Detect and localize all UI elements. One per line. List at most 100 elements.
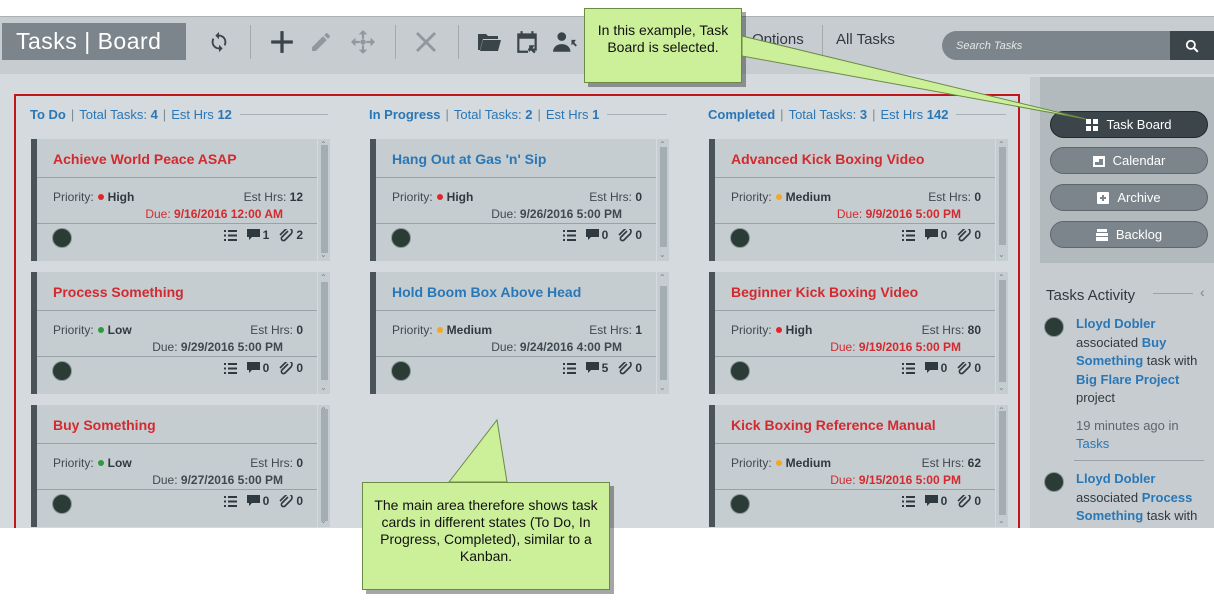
task-title[interactable]: Hang Out at Gas 'n' Sip <box>392 151 546 167</box>
task-title[interactable]: Beginner Kick Boxing Video <box>731 284 918 300</box>
assignee-avatar[interactable] <box>52 228 72 248</box>
activity-user-link[interactable]: Lloyd Dobler <box>1076 471 1155 486</box>
view-button-archive[interactable]: Archive <box>1050 184 1208 211</box>
attachment-count: 0 <box>296 361 303 375</box>
refresh-button[interactable] <box>202 25 236 59</box>
assignee-avatar[interactable] <box>52 361 72 381</box>
card-scrollbar[interactable]: ⌃⌄ <box>318 405 330 527</box>
comment-count: 0 <box>262 494 270 508</box>
checklist-icon[interactable] <box>901 362 915 374</box>
comment-icon <box>924 229 938 240</box>
search-button[interactable] <box>1170 31 1214 60</box>
paperclip-icon <box>279 361 294 374</box>
comments[interactable]: 0 <box>246 494 270 508</box>
due-date: Due: 9/29/2016 5:00 PM <box>152 340 283 354</box>
move-task-button[interactable] <box>346 25 380 59</box>
task-title[interactable]: Achieve World Peace ASAP <box>53 151 237 167</box>
card-scrollbar[interactable]: ⌃⌄ <box>657 139 669 261</box>
task-card[interactable]: Hold Boom Box Above Head Priority: Medium… <box>370 272 656 394</box>
add-task-button[interactable] <box>265 25 299 59</box>
all-tasks-filter[interactable]: All Tasks <box>836 31 895 48</box>
attachments[interactable]: 0 <box>618 361 642 375</box>
task-title[interactable]: Kick Boxing Reference Manual <box>731 417 936 433</box>
task-title[interactable]: Process Something <box>53 284 184 300</box>
view-button-task-board[interactable]: Task Board <box>1050 111 1208 138</box>
attachments[interactable]: 0 <box>279 494 303 508</box>
options-menu[interactable]: Options <box>752 31 804 48</box>
card-scrollbar[interactable]: ⌃⌄ <box>318 139 330 261</box>
move-to-folder-button[interactable] <box>472 25 506 59</box>
assign-user-button[interactable] <box>548 25 582 59</box>
attachments[interactable]: 0 <box>957 228 981 242</box>
checklist-icon[interactable] <box>223 229 237 241</box>
card-scrollbar[interactable]: ⌃⌄ <box>657 272 669 394</box>
toolbar-separator <box>458 25 459 59</box>
activity-project-link[interactable]: Big Flare Project <box>1076 372 1179 387</box>
delete-task-button[interactable] <box>409 25 443 59</box>
comments[interactable]: 1 <box>246 228 269 242</box>
view-switcher: Task Board Calendar Archive Backlog <box>1040 77 1214 263</box>
attachment-count: 0 <box>974 494 981 508</box>
task-title[interactable]: Hold Boom Box Above Head <box>392 284 581 300</box>
paperclip-icon <box>957 228 972 241</box>
activity-user-link[interactable]: Lloyd Dobler <box>1076 316 1155 331</box>
task-card[interactable]: Process Something Priority: Low Est Hrs: … <box>31 272 317 394</box>
schedule-button[interactable] <box>510 25 544 59</box>
attachments[interactable]: 0 <box>279 361 303 375</box>
edit-task-button[interactable] <box>304 25 338 59</box>
task-card[interactable]: Kick Boxing Reference Manual Priority: Me… <box>709 405 995 527</box>
assignee-avatar[interactable] <box>730 494 750 514</box>
priority: Priority: Medium <box>392 323 493 337</box>
est-hrs-value: 1 <box>592 106 600 122</box>
checklist-icon[interactable] <box>223 495 237 507</box>
assignee-avatar[interactable] <box>391 228 411 248</box>
paperclip-icon <box>957 361 972 374</box>
comments[interactable]: 0 <box>246 361 270 375</box>
est-hrs-label: Est Hrs <box>171 106 214 122</box>
comments[interactable]: 0 <box>924 228 947 242</box>
card-scrollbar[interactable]: ⌃⌄ <box>318 272 330 394</box>
assignee-avatar[interactable] <box>391 361 411 381</box>
checklist-icon[interactable] <box>901 495 915 507</box>
attachments[interactable]: 0 <box>618 228 642 242</box>
card-scrollbar[interactable]: ⌃⌄ <box>996 405 1008 527</box>
view-button-backlog[interactable]: Backlog <box>1050 221 1208 248</box>
comments[interactable]: 0 <box>585 228 608 242</box>
card-actions: 0 0 <box>223 361 303 375</box>
card-scrollbar[interactable]: ⌃⌄ <box>996 139 1008 261</box>
est-hours: Est Hrs: 12 <box>243 190 303 204</box>
task-title[interactable]: Advanced Kick Boxing Video <box>731 151 924 167</box>
collapse-chevron-icon[interactable]: ‹ <box>1200 284 1205 300</box>
priority-dot-icon <box>97 460 104 467</box>
comment-icon <box>924 495 938 506</box>
comment-count: 0 <box>262 361 270 375</box>
assignee-avatar[interactable] <box>52 494 72 514</box>
task-card[interactable]: Buy Something Priority: Low Est Hrs: 0 Du… <box>31 405 317 527</box>
task-board: To Do | Total Tasks: 4 | Est Hrs 12 Achi… <box>14 94 1020 528</box>
comments[interactable]: 0 <box>924 361 947 375</box>
checklist-icon[interactable] <box>223 362 237 374</box>
activity-verb: associated <box>1076 489 1139 505</box>
task-card[interactable]: Hang Out at Gas 'n' Sip Priority: High Es… <box>370 139 656 261</box>
task-card[interactable]: Achieve World Peace ASAP Priority: High E… <box>31 139 317 261</box>
checklist-icon[interactable] <box>562 229 576 241</box>
card-scrollbar[interactable]: ⌃⌄ <box>996 272 1008 394</box>
search-input[interactable] <box>956 31 1166 60</box>
task-card[interactable]: Beginner Kick Boxing Video Priority: High… <box>709 272 995 394</box>
view-button-calendar[interactable]: Calendar <box>1050 147 1208 174</box>
assignee-avatar[interactable] <box>730 361 750 381</box>
assignee-avatar[interactable] <box>730 228 750 248</box>
attachments[interactable]: 2 <box>279 228 303 242</box>
checklist-icon[interactable] <box>901 229 915 241</box>
task-title[interactable]: Buy Something <box>53 417 156 433</box>
divider <box>1153 293 1193 294</box>
attachments[interactable]: 0 <box>957 494 981 508</box>
attachments[interactable]: 0 <box>957 361 981 375</box>
comments[interactable]: 5 <box>585 361 608 375</box>
activity-location-link[interactable]: Tasks <box>1076 436 1109 451</box>
total-tasks-label: Total Tasks: <box>79 106 147 122</box>
backlog-icon <box>1095 228 1108 241</box>
checklist-icon[interactable] <box>562 362 576 374</box>
comments[interactable]: 0 <box>924 494 947 508</box>
task-card[interactable]: Advanced Kick Boxing Video Priority: Medi… <box>709 139 995 261</box>
